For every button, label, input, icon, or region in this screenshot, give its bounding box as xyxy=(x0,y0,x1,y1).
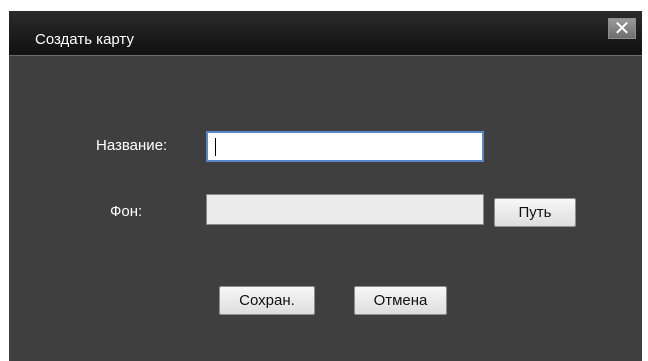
name-label: Название: xyxy=(96,137,168,154)
create-map-dialog: Создать карту ✕ Название: Фон: Путь Сохр… xyxy=(9,11,642,361)
background-path-field[interactable] xyxy=(206,194,484,225)
close-icon[interactable]: ✕ xyxy=(608,18,636,39)
text-caret xyxy=(215,138,216,156)
cancel-button[interactable]: Отмена xyxy=(354,286,447,315)
save-button[interactable]: Сохран. xyxy=(219,286,315,315)
dialog-title: Создать карту xyxy=(35,31,134,48)
background-label: Фон: xyxy=(110,203,143,220)
name-input[interactable] xyxy=(206,131,484,162)
dialog-titlebar[interactable]: Создать карту ✕ xyxy=(9,11,642,56)
browse-path-button[interactable]: Путь xyxy=(494,198,576,227)
